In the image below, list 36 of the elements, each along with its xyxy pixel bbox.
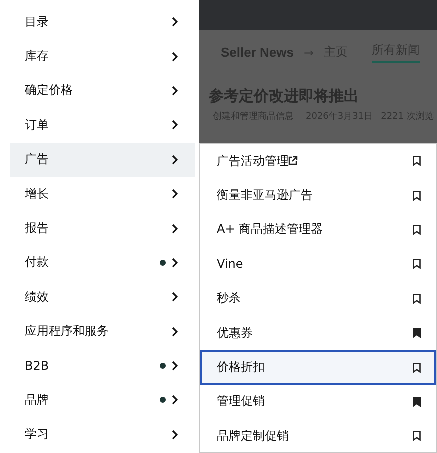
menu-item[interactable]: 绩效	[10, 280, 195, 315]
chevron-right-icon	[172, 189, 178, 200]
chevron-right-icon	[172, 361, 178, 372]
submenu-item[interactable]: 秒杀	[200, 282, 436, 316]
chevron-right-icon	[172, 430, 178, 440]
submenu-item[interactable]: 广告活动管理	[200, 144, 436, 178]
menu-item[interactable]: 订单	[10, 108, 195, 143]
submenu-item[interactable]: A+ 商品描述管理器	[200, 212, 436, 248]
menu-item[interactable]: 学习	[10, 418, 195, 452]
submenu-item[interactable]: 管理促销	[200, 384, 436, 420]
submenu-item[interactable]: 优惠券	[200, 316, 436, 350]
menu-item[interactable]: 增长	[10, 176, 195, 212]
submenu-item[interactable]: Vine	[200, 247, 436, 282]
submenu-item[interactable]: 价格折扣	[200, 350, 436, 385]
breadcrumb-arrow: →	[304, 46, 314, 60]
chevron-right-icon	[172, 120, 178, 130]
menu-item[interactable]: 品牌	[10, 383, 195, 418]
menu-item[interactable]: 确定价格	[10, 74, 195, 108]
menu-item[interactable]: 库存	[10, 39, 195, 74]
submenu-item[interactable]: 衡量非亚马逊广告	[200, 178, 436, 213]
chevron-right-icon	[172, 292, 178, 302]
chevron-right-icon	[172, 86, 178, 96]
chevron-right-icon	[172, 224, 178, 234]
chevron-right-icon	[172, 17, 178, 28]
menu-item[interactable]: 付款	[10, 246, 195, 280]
chevron-right-icon	[172, 395, 178, 406]
chevron-right-icon	[172, 154, 178, 165]
chevron-right-icon	[172, 52, 178, 62]
menu-item[interactable]: 报告	[10, 211, 195, 246]
menu-item[interactable]: B2B	[10, 348, 195, 384]
menu-item[interactable]: 目录	[10, 5, 195, 40]
submenu-item[interactable]: 品牌定制促销	[200, 419, 436, 453]
menu-item[interactable]: 应用程序和服务	[10, 314, 195, 349]
chevron-right-icon	[172, 258, 178, 268]
chevron-right-icon	[172, 326, 178, 337]
menu-item[interactable]: 广告	[10, 142, 195, 177]
